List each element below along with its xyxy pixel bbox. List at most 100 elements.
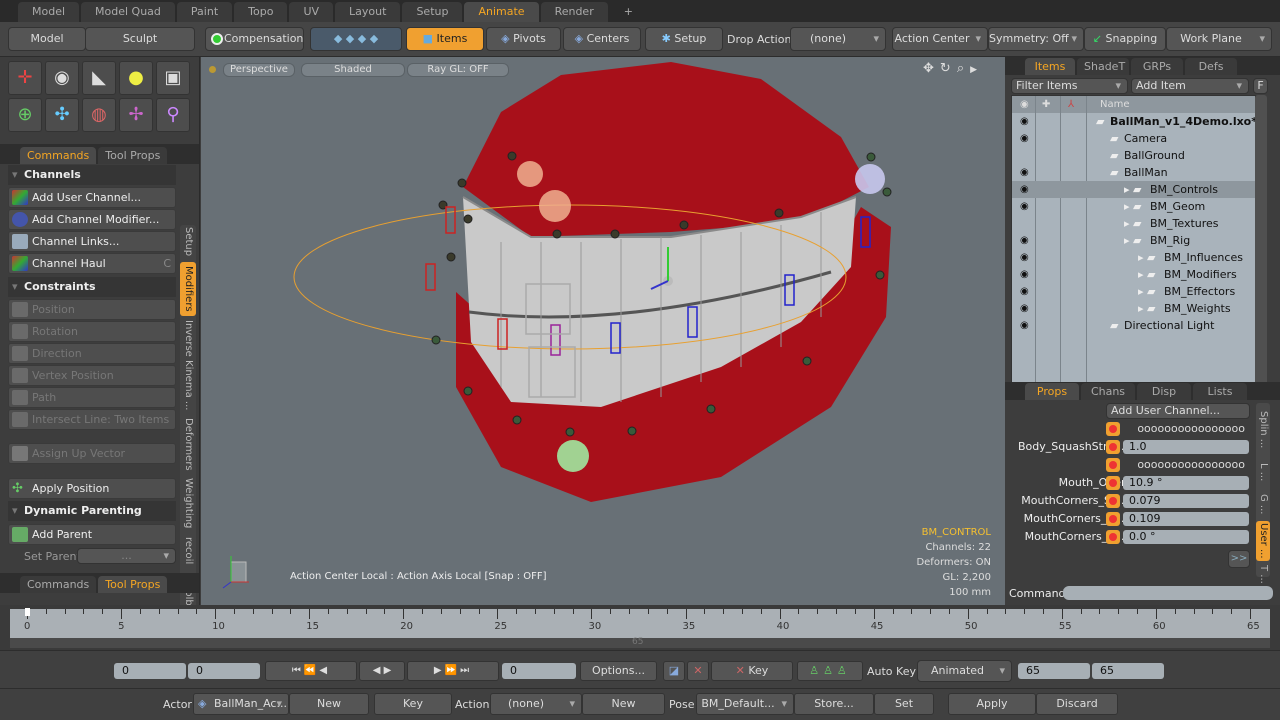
tree-item[interactable]: ◉ ▰ Camera (1012, 130, 1257, 147)
layout-tab-model-quad[interactable]: Model Quad (81, 2, 175, 22)
channel-value-field[interactable]: oooooooooooooooo ... (1123, 458, 1249, 485)
action-center-dropdown[interactable]: Action Center (892, 27, 988, 51)
model-button[interactable]: Model (8, 27, 86, 51)
sculpt-button[interactable]: Sculpt (85, 27, 195, 51)
rig-control-point[interactable] (706, 404, 716, 414)
channel-value-field[interactable]: oooooooooooooooo ... (1123, 422, 1249, 449)
rig-control-point[interactable] (882, 187, 892, 197)
set-key-button[interactable]: ✕ Key (711, 661, 793, 681)
tree-item[interactable]: ◉ ▰ BallMan_v1_4Demo.lxo* (1012, 113, 1257, 130)
dynamic-parenting-header[interactable]: Dynamic Parenting (8, 501, 176, 521)
transform-icon[interactable]: ✛ (8, 61, 42, 95)
rig-control-point[interactable] (802, 356, 812, 366)
tab-groups[interactable]: GRPs (1131, 58, 1183, 75)
layout-tab-render[interactable]: Render (540, 2, 608, 22)
visibility-eye-icon[interactable]: ◉ (1020, 164, 1029, 181)
tree-item[interactable]: ◉ ▸ ▰ BM_Effectors (1012, 283, 1257, 300)
rig-control-point[interactable] (463, 386, 473, 396)
props-vtab[interactable]: T ... (1256, 563, 1270, 585)
layout-tab-layout[interactable]: Layout (335, 2, 401, 22)
auto-key-mode-dropdown[interactable]: Animated (917, 660, 1012, 682)
snapping-button[interactable]: ↙ Snapping (1084, 27, 1166, 51)
rig-control-point[interactable] (774, 208, 784, 218)
visibility-eye-icon[interactable]: ◉ (1020, 283, 1029, 300)
compensation-toggle[interactable]: Compensation (205, 27, 304, 51)
command-input[interactable] (1063, 586, 1273, 600)
work-plane-dropdown[interactable]: Work Plane (1166, 27, 1272, 51)
tab-chans[interactable]: Chans (1081, 383, 1135, 400)
constraint-direction[interactable]: Direction (8, 343, 176, 364)
actor-new-button[interactable]: New (289, 693, 369, 715)
add-layout-tab-button[interactable]: + (610, 2, 647, 22)
layout-tab-setup[interactable]: Setup (402, 2, 463, 22)
keyframe-button[interactable] (1106, 476, 1120, 490)
current-frame-input[interactable]: 0 (502, 663, 576, 679)
timeline-range-bar[interactable]: 65 (10, 637, 1270, 648)
rig-control-point[interactable] (866, 152, 876, 162)
control-handle[interactable] (539, 190, 571, 222)
control-handle[interactable] (855, 164, 885, 194)
layout-tab-paint[interactable]: Paint (176, 2, 233, 22)
rig-control-point[interactable] (679, 220, 689, 230)
channels-section-header[interactable]: Channels (8, 165, 176, 185)
more-button[interactable]: >> (1228, 550, 1250, 568)
channel-haul-button[interactable]: Channel Haul C (8, 253, 176, 274)
joint-icon[interactable]: ✢ (119, 98, 153, 132)
constraints-section-header[interactable]: Constraints (8, 277, 176, 297)
apply-button[interactable]: Apply (948, 693, 1036, 715)
rig-control-point[interactable] (446, 252, 456, 262)
options-button[interactable]: Options... (580, 661, 657, 681)
actor-key-button[interactable]: Key (374, 693, 452, 715)
frame-step-buttons[interactable]: ⏮⏪◀ (265, 661, 357, 681)
constraint-path[interactable]: Path (8, 387, 176, 408)
rig-control-point[interactable] (512, 415, 522, 425)
tab-shadetree[interactable]: ShadeT (1077, 58, 1129, 75)
tab-disp[interactable]: Disp (1137, 383, 1191, 400)
constraint-intersect-line-two-items[interactable]: Intersect Line: Two Items (8, 409, 176, 430)
constraint-rotation[interactable]: Rotation (8, 321, 176, 342)
tree-item[interactable]: ▰ BallGround (1012, 147, 1257, 164)
rig-control-point[interactable] (431, 335, 441, 345)
channel-value-field[interactable]: 0.109 (1123, 512, 1249, 526)
channel-value-field[interactable]: 0.0 ° (1123, 530, 1249, 544)
tab-commands-bottom[interactable]: Commands (20, 576, 97, 593)
axis-icon[interactable]: ✣ (45, 98, 79, 132)
selection-mode-group[interactable]: ◆ ◆ ◆ ◆ (310, 27, 402, 51)
rig-control-point[interactable] (457, 178, 467, 188)
layout-tab-topo[interactable]: Topo (234, 2, 288, 22)
add-channel-modifier-button[interactable]: Add Channel Modifier... (8, 209, 176, 230)
visibility-eye-icon[interactable]: ◉ (1020, 181, 1029, 198)
tab-tool-props-bottom[interactable]: Tool Props (98, 576, 168, 593)
pose-store-button[interactable]: Store... (794, 693, 874, 715)
chain-icon[interactable]: ⚲ (156, 98, 190, 132)
name-column-header[interactable]: Name (1100, 96, 1130, 113)
camera-icon[interactable]: ◉ (45, 61, 79, 95)
tree-item[interactable]: ◉ ▸ ▰ BM_Rig (1012, 232, 1257, 249)
vtab-setup[interactable]: Setup (180, 225, 196, 259)
control-handle[interactable] (517, 161, 543, 187)
control-handle[interactable] (557, 440, 589, 472)
tree-item[interactable]: ◉ ▸ ▰ BM_Controls (1012, 181, 1257, 198)
3d-viewport[interactable]: Perspective Shaded Ray GL: OFF ✥↻⌕▶ Acti… (201, 57, 1005, 605)
visibility-eye-icon[interactable]: ◉ (1020, 249, 1029, 266)
action-new-button[interactable]: New (582, 693, 665, 715)
filter-items-dropdown[interactable]: Filter Items (1011, 78, 1128, 94)
keyframe-button[interactable] (1106, 440, 1120, 454)
pose-set-button[interactable]: Set (874, 693, 934, 715)
frame-forward-buttons[interactable]: ▶⏩⏭ (407, 661, 499, 681)
vtab-deformers[interactable]: Deformers (180, 414, 196, 474)
playhead[interactable] (25, 608, 30, 616)
tree-item[interactable]: ◉ ▰ Directional Light (1012, 317, 1257, 334)
add-user-channel-button[interactable]: Add User Channel... (8, 187, 176, 208)
spotlight-icon[interactable]: ◣ (82, 61, 116, 95)
channel-value-field[interactable]: 10.9 ° (1123, 476, 1249, 490)
visibility-eye-icon[interactable]: ◉ (1020, 300, 1029, 317)
auto-key-icons[interactable]: ♙♙♙ (797, 661, 863, 681)
apply-position-button[interactable]: ✣ Apply Position (8, 478, 176, 499)
graph-editor-icon[interactable]: ◪ (663, 661, 685, 681)
tree-scrollbar[interactable] (1255, 95, 1267, 395)
tree-item[interactable]: ◉ ▸ ▰ BM_Geom (1012, 198, 1257, 215)
visibility-eye-icon[interactable]: ◉ (1020, 198, 1029, 215)
layout-tab-animate[interactable]: Animate (464, 2, 539, 22)
channel-value-field[interactable]: 1.0 (1123, 440, 1249, 454)
